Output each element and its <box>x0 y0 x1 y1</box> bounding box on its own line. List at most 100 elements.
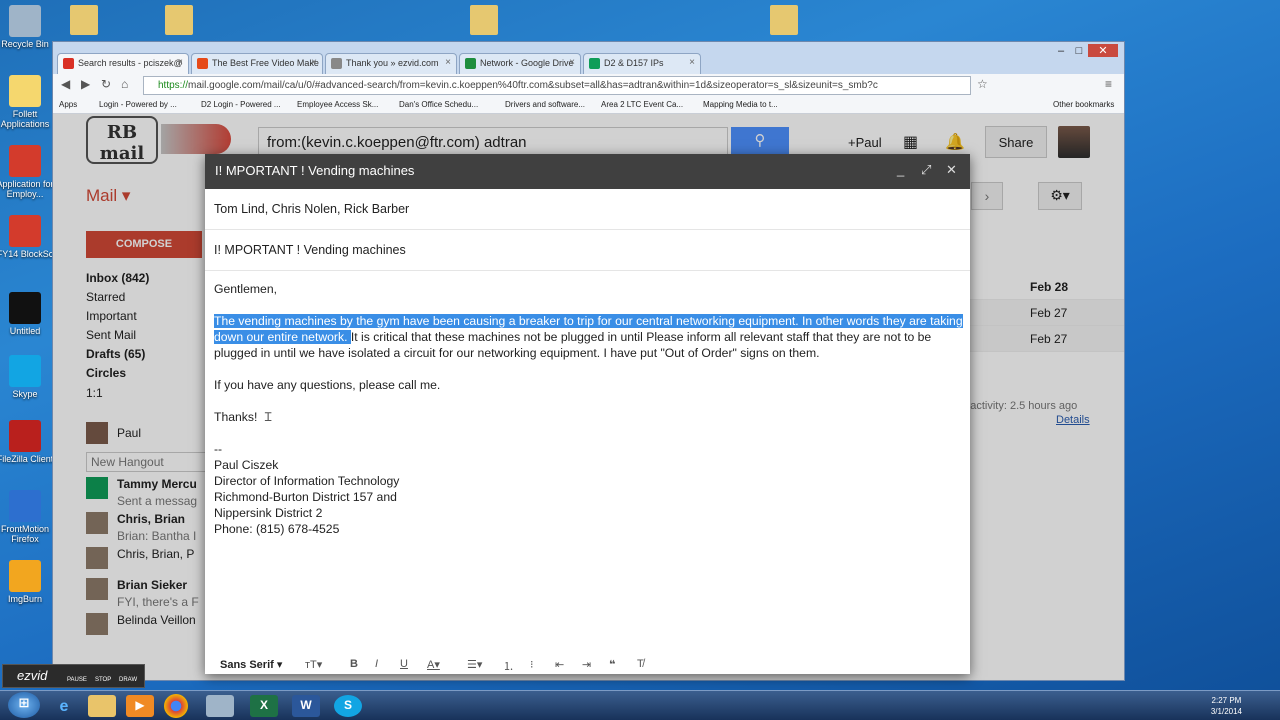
tab-label: Network - Google Drive <box>480 58 574 68</box>
subject-field[interactable]: I! MPORTANT ! Vending machines <box>205 230 970 271</box>
minimize-compose-icon[interactable]: _ <box>897 162 904 177</box>
clock-date: 3/1/2014 <box>1210 707 1242 716</box>
explorer-icon[interactable] <box>88 695 116 717</box>
signature-separator: -- <box>214 442 223 456</box>
tab-label: Search results - pciszek@ <box>78 58 183 68</box>
desktop-shortcut-icon[interactable] <box>165 5 193 35</box>
start-button[interactable]: ⊞ <box>8 692 40 718</box>
browser-tab[interactable]: Search results - pciszek@ × <box>57 53 189 74</box>
numbered-list-icon[interactable]: ⒈ <box>503 658 514 674</box>
reload-icon[interactable]: ↻ <box>101 77 111 91</box>
quote-icon[interactable]: ❝ <box>609 658 615 671</box>
browser-tab[interactable]: Thank you » ezvid.com × <box>325 53 457 74</box>
close-compose-icon[interactable]: ✕ <box>946 162 957 178</box>
bookmark-item[interactable]: Mapping Media to t... <box>703 100 778 109</box>
url-scheme: https:// <box>158 80 189 91</box>
close-window-button[interactable]: ✕ <box>1088 44 1118 57</box>
bookmark-item[interactable]: Employee Access Sk... <box>297 100 378 109</box>
app-icon[interactable] <box>206 695 234 717</box>
text-size-icon[interactable]: тT▾ <box>305 658 322 671</box>
desktop-icon[interactable]: Recycle Bin <box>0 5 56 49</box>
desktop-icon[interactable]: Untitled <box>0 292 56 336</box>
message-body[interactable]: Gentlemen, The vending machines by the g… <box>205 271 970 537</box>
ezvid-recorder: ezvid PAUSE STOP DRAW <box>2 664 145 688</box>
browser-toolbar: ◀ ▶ ↻ ⌂ https://mail.google.com/mail/ca/… <box>53 74 1124 98</box>
desktop-icon-image <box>9 560 41 592</box>
italic-icon[interactable]: I <box>375 658 378 670</box>
home-icon[interactable]: ⌂ <box>121 77 128 91</box>
desktop-shortcut-icon[interactable] <box>770 5 798 35</box>
recipients-field[interactable]: Tom Lind, Chris Nolen, Rick Barber <box>205 189 970 230</box>
stop-button[interactable]: STOP <box>95 677 111 683</box>
minimize-button[interactable]: – <box>1052 45 1070 57</box>
desktop-icon-image <box>9 292 41 324</box>
url-text: mail.google.com/mail/ca/u/0/#advanced-se… <box>188 80 878 91</box>
ie-icon[interactable]: e <box>50 695 78 717</box>
star-icon[interactable]: ☆ <box>977 77 988 91</box>
menu-icon[interactable]: ≡ <box>1105 77 1112 91</box>
word-icon[interactable]: W <box>292 695 320 717</box>
desktop-icon-image <box>9 5 41 37</box>
compose-header[interactable]: I! MPORTANT ! Vending machines _ ⤢ ✕ <box>205 154 970 189</box>
desktop-icon[interactable]: Skype <box>0 355 56 399</box>
desktop-icon[interactable]: ImgBurn <box>0 560 56 604</box>
bookmark-item[interactable]: Drivers and software... <box>505 100 585 109</box>
desktop-icon[interactable]: Application for Employ... <box>0 145 56 199</box>
bold-icon[interactable]: B <box>350 658 358 670</box>
other-bookmarks[interactable]: Other bookmarks <box>1053 100 1114 109</box>
desktop-icon[interactable]: FY14 BlockSc <box>0 215 56 259</box>
indent-less-icon[interactable]: ⇤ <box>555 658 564 671</box>
browser-tab[interactable]: Network - Google Drive × <box>459 53 581 74</box>
tab-close-icon[interactable]: × <box>689 57 695 68</box>
bookmark-item[interactable]: Area 2 LTC Event Ca... <box>601 100 683 109</box>
browser-tab[interactable]: D2 & D157 IPs × <box>583 53 701 74</box>
bookmark-item[interactable]: Apps <box>59 100 77 109</box>
text-color-icon[interactable]: A▾ <box>427 658 440 671</box>
tab-label: Thank you » ezvid.com <box>346 58 439 68</box>
align-icon[interactable]: ☰▾ <box>467 658 482 671</box>
clock-time: 2:27 PM <box>1211 696 1242 705</box>
tab-close-icon[interactable]: × <box>569 57 575 68</box>
bookmark-item[interactable]: D2 Login - Powered ... <box>201 100 281 109</box>
back-icon[interactable]: ◀ <box>61 77 70 91</box>
tab-close-icon[interactable]: × <box>311 57 317 68</box>
desktop-icon-label: ImgBurn <box>7 594 42 604</box>
taskbar: ⊞ e ▶ X W S 2:27 PM 3/1/2014 <box>0 690 1280 720</box>
maximize-button[interactable]: □ <box>1070 45 1088 57</box>
desktop-icon[interactable]: FileZilla Client <box>0 420 56 464</box>
bookmark-item[interactable]: Login - Powered by ... <box>99 100 177 109</box>
tab-favicon-icon <box>63 58 74 69</box>
tab-close-icon[interactable]: × <box>445 57 451 68</box>
chrome-icon[interactable] <box>164 694 188 718</box>
forward-icon[interactable]: ▶ <box>81 77 90 91</box>
signature-line: Phone: (815) 678-4525 <box>214 522 340 536</box>
bookmark-item[interactable]: Dan's Office Schedu... <box>399 100 478 109</box>
bookmarks-bar: Apps Login - Powered by ... D2 Login - Pow… <box>53 98 1124 114</box>
tab-label: D2 & D157 IPs <box>604 58 664 68</box>
browser-tab[interactable]: The Best Free Video Make × <box>191 53 323 74</box>
desktop-icon-image <box>9 215 41 247</box>
draw-button[interactable]: DRAW <box>119 677 137 683</box>
skype-icon[interactable]: S <box>334 695 362 717</box>
tab-favicon-icon <box>465 58 476 69</box>
text-cursor-icon: Ɪ <box>264 410 272 424</box>
desktop-icon[interactable]: Follett Applications <box>0 75 56 129</box>
desktop-shortcut-icon[interactable] <box>70 5 98 35</box>
indent-more-icon[interactable]: ⇥ <box>582 658 591 671</box>
desktop-icon-image <box>9 420 41 452</box>
popout-icon[interactable]: ⤢ <box>921 162 931 178</box>
address-bar[interactable]: https://mail.google.com/mail/ca/u/0/#adv… <box>143 76 971 95</box>
remove-formatting-icon[interactable]: T̸ <box>637 658 644 670</box>
media-player-icon[interactable]: ▶ <box>126 695 154 717</box>
desktop-shortcut-icon[interactable] <box>470 5 498 35</box>
bulleted-list-icon[interactable]: ⁝ <box>530 658 534 671</box>
ezvid-logo: ezvid <box>17 668 48 683</box>
desktop-icon[interactable]: FrontMotion Firefox <box>0 490 56 544</box>
desktop-icon-label: Follett Applications <box>0 109 50 129</box>
font-select[interactable]: Sans Serif ▾ <box>220 658 282 671</box>
underline-icon[interactable]: U <box>400 658 408 670</box>
pause-button[interactable]: PAUSE <box>67 677 87 683</box>
excel-icon[interactable]: X <box>250 695 278 717</box>
tab-close-icon[interactable]: × <box>177 57 183 68</box>
system-clock[interactable]: 2:27 PM 3/1/2014 <box>1211 695 1242 717</box>
